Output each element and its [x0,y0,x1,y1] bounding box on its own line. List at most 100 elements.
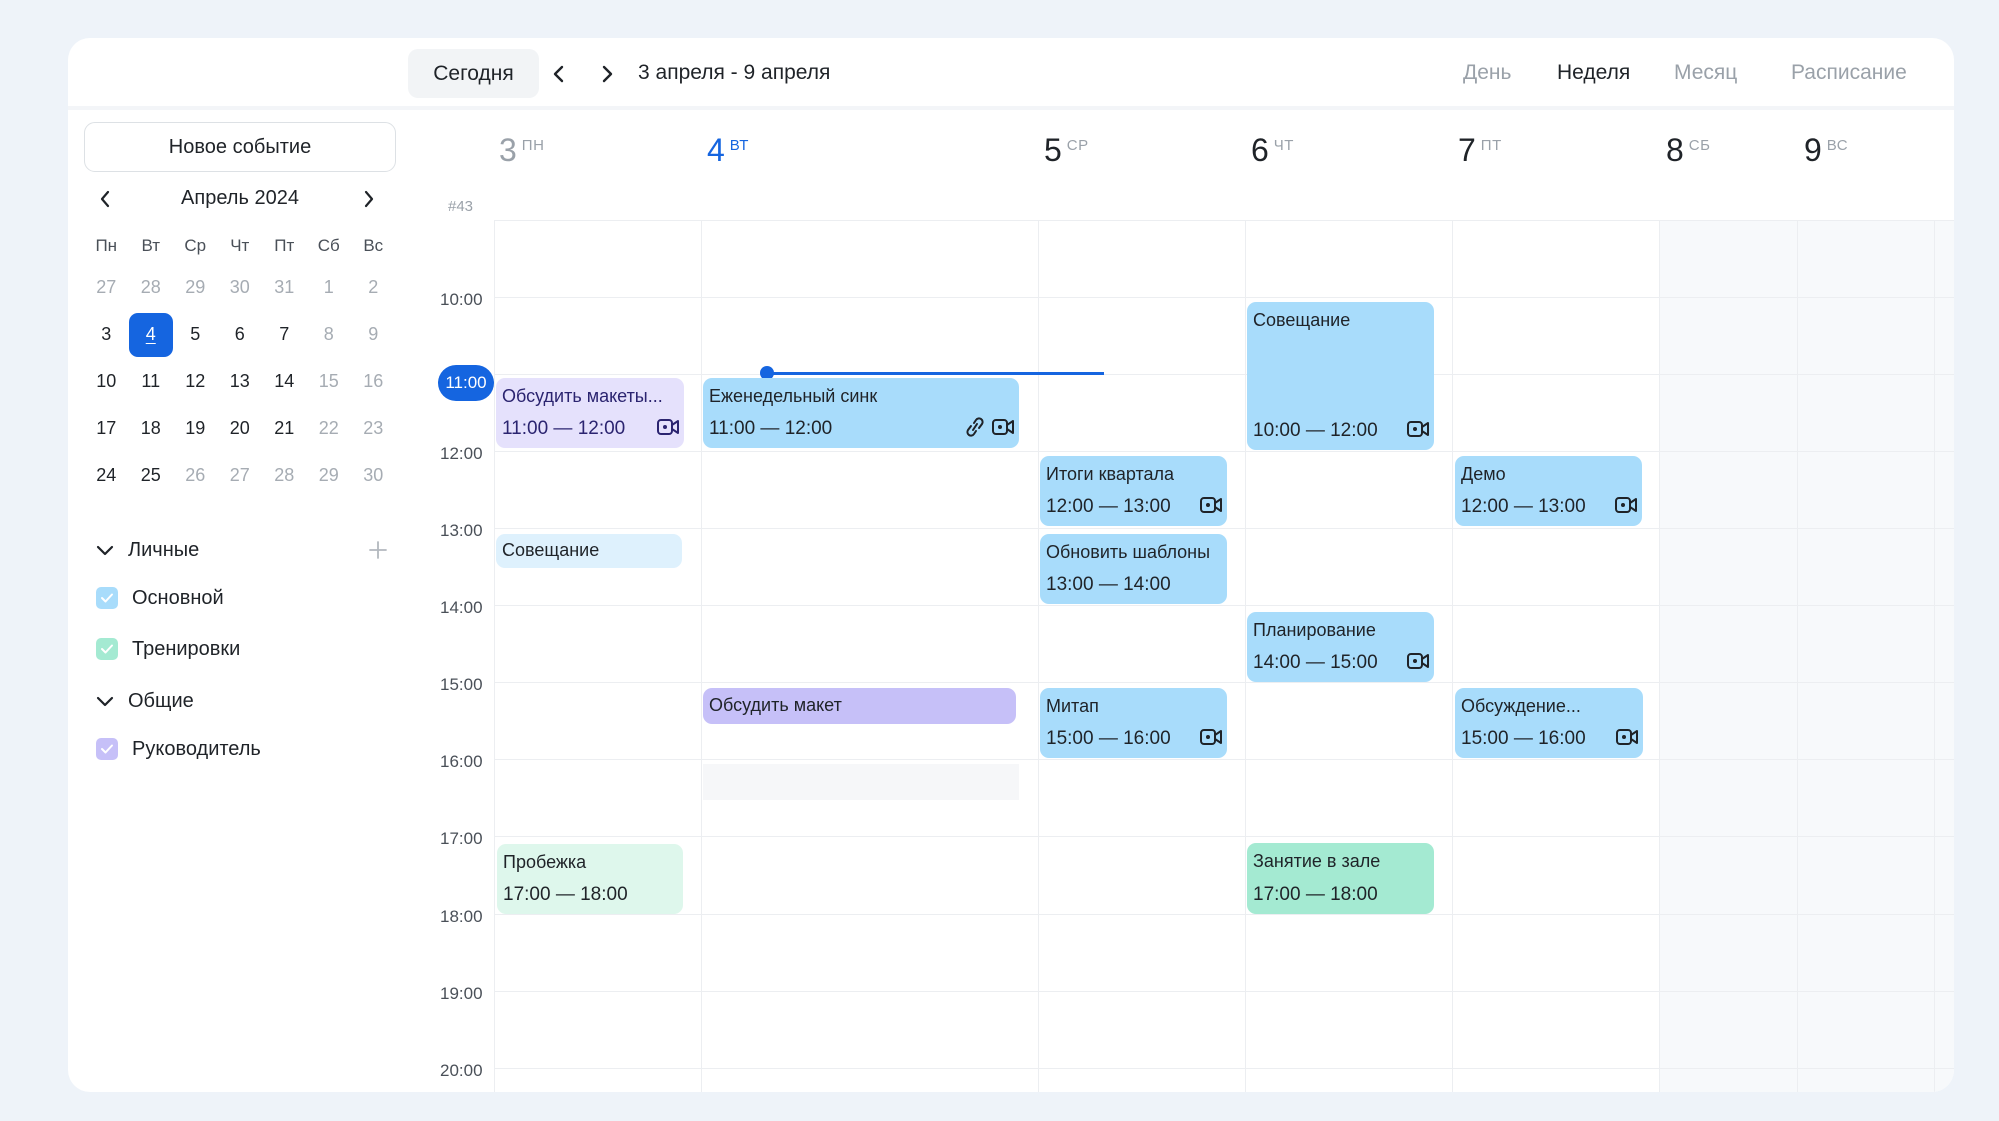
day-header-fri[interactable]: 7 ПТ [1458,131,1502,169]
mini-day[interactable]: 28 [129,268,174,308]
column-divider [1659,220,1660,1092]
event-card[interactable]: Совещание 10:00 — 12:00 [1247,302,1434,450]
event-title: Демо [1461,464,1506,484]
calendar-item-workouts[interactable]: Тренировки [96,632,240,666]
event-card[interactable]: Совещание [496,534,682,568]
prev-week-button[interactable] [542,57,576,91]
event-title: Еженедельный синк [709,386,878,406]
day-header-wed[interactable]: 5 СР [1044,131,1089,169]
event-card[interactable]: Планирование 14:00 — 15:00 [1247,612,1434,682]
mini-day[interactable]: 6 [218,315,263,355]
video-icon [656,417,680,442]
event-title: Обсудить макеты... [502,386,663,406]
mini-day[interactable]: 16 [351,362,396,402]
view-day-tab[interactable]: День [1463,61,1511,85]
add-calendar-button[interactable] [363,535,393,565]
event-card[interactable]: Обсудить макет [703,688,1016,724]
mini-next-month-button[interactable] [354,184,384,214]
view-schedule-tab[interactable]: Расписание [1791,61,1907,85]
event-card[interactable]: Занятие в зале 17:00 — 18:00 [1247,843,1434,914]
calendar-item-main[interactable]: Основной [96,581,224,615]
mini-day[interactable]: 8 [307,315,352,355]
hour-line [494,914,1954,915]
event-card[interactable]: Демо 12:00 — 13:00 [1455,456,1642,526]
event-title: Совещание [1253,310,1351,330]
mini-day[interactable]: 14 [262,362,307,402]
hour-line [494,605,1954,606]
group-personal-toggle[interactable]: Личные [96,532,199,568]
event-title: Обсудить макет [709,695,842,715]
mini-day[interactable]: 30 [218,268,263,308]
event-card[interactable]: Обсудить макеты... 11:00 — 12:00 [496,378,684,448]
mini-day[interactable]: 18 [129,409,174,449]
day-header-thu[interactable]: 6 ЧТ [1251,131,1294,169]
event-title: Итоги квартала [1046,464,1175,484]
event-card[interactable]: Пробежка 17:00 — 18:00 [497,844,683,914]
mini-day[interactable]: 3 [84,315,129,355]
mini-day[interactable]: 29 [307,456,352,496]
mini-day[interactable]: 24 [84,456,129,496]
view-month-tab[interactable]: Месяц [1674,61,1737,85]
mini-day[interactable]: 1 [307,268,352,308]
mini-week-row: 27 28 29 30 31 1 2 [84,264,396,311]
chevron-right-icon [364,190,374,208]
mini-week-row: 17 18 19 20 21 22 23 [84,405,396,452]
today-button[interactable]: Сегодня [408,49,539,98]
mini-calendar: Пн Вт Ср Чт Пт Сб Вс 27 28 29 30 31 1 2 … [84,228,396,499]
day-header-sun[interactable]: 9 ВС [1804,131,1848,169]
mini-day[interactable]: 9 [351,315,396,355]
column-divider [1452,220,1453,1092]
hour-label: 18:00 [440,907,483,926]
mini-day[interactable]: 7 [262,315,307,355]
mini-day[interactable]: 10 [84,362,129,402]
mini-day[interactable]: 13 [218,362,263,402]
mini-day[interactable]: 25 [129,456,174,496]
week-grid[interactable] [494,220,1954,1092]
new-event-button[interactable]: Новое событие [84,122,396,172]
day-header-tue[interactable]: 4 ВТ [707,131,749,169]
mini-day[interactable]: 20 [218,409,263,449]
day-number: 5 [1044,132,1062,168]
day-header-mon[interactable]: 3 ПН [499,131,544,169]
mini-day[interactable]: 27 [84,268,129,308]
checkbox-checked-icon[interactable] [96,638,118,660]
event-title: Обновить шаблоны [1046,542,1211,562]
event-time: 15:00 — 16:00 [1046,728,1171,749]
mini-day[interactable]: 2 [351,268,396,308]
mini-day[interactable]: 31 [262,268,307,308]
mini-day[interactable]: 12 [173,362,218,402]
column-divider [1245,220,1246,1092]
calendar-item-label: Основной [132,586,224,609]
checkbox-checked-icon[interactable] [96,587,118,609]
mini-weekday: Чт [230,236,250,255]
day-number: 9 [1804,132,1822,168]
view-week-tab[interactable]: Неделя [1557,61,1630,85]
event-card[interactable]: Обсуждение... 15:00 — 16:00 [1455,688,1643,758]
event-time: 12:00 — 13:00 [1461,496,1586,517]
mini-week-row: 24 25 26 27 28 29 30 [84,452,396,499]
checkbox-checked-icon[interactable] [96,738,118,760]
mini-day[interactable]: 27 [218,456,263,496]
mini-week-row: 10 11 12 13 14 15 16 [84,358,396,405]
mini-day[interactable]: 29 [173,268,218,308]
day-header-sat[interactable]: 8 СБ [1666,131,1710,169]
event-card[interactable]: Итоги квартала 12:00 — 13:00 [1040,456,1227,526]
mini-day-selected[interactable]: 4 [128,312,174,357]
mini-day[interactable]: 28 [262,456,307,496]
event-card[interactable]: Митап 15:00 — 16:00 [1040,688,1227,758]
mini-day[interactable]: 5 [173,315,218,355]
mini-day[interactable]: 11 [129,362,174,402]
mini-day[interactable]: 17 [84,409,129,449]
mini-day[interactable]: 30 [351,456,396,496]
mini-day[interactable]: 21 [262,409,307,449]
mini-day[interactable]: 26 [173,456,218,496]
next-week-button[interactable] [590,57,624,91]
group-shared-toggle[interactable]: Общие [96,683,194,719]
event-card[interactable]: Еженедельный синк 11:00 — 12:00 [703,378,1019,448]
calendar-item-manager[interactable]: Руководитель [96,732,261,766]
event-card[interactable]: Обновить шаблоны 13:00 — 14:00 [1040,534,1227,604]
mini-day[interactable]: 15 [307,362,352,402]
mini-day[interactable]: 23 [351,409,396,449]
mini-day[interactable]: 19 [173,409,218,449]
mini-day[interactable]: 22 [307,409,352,449]
